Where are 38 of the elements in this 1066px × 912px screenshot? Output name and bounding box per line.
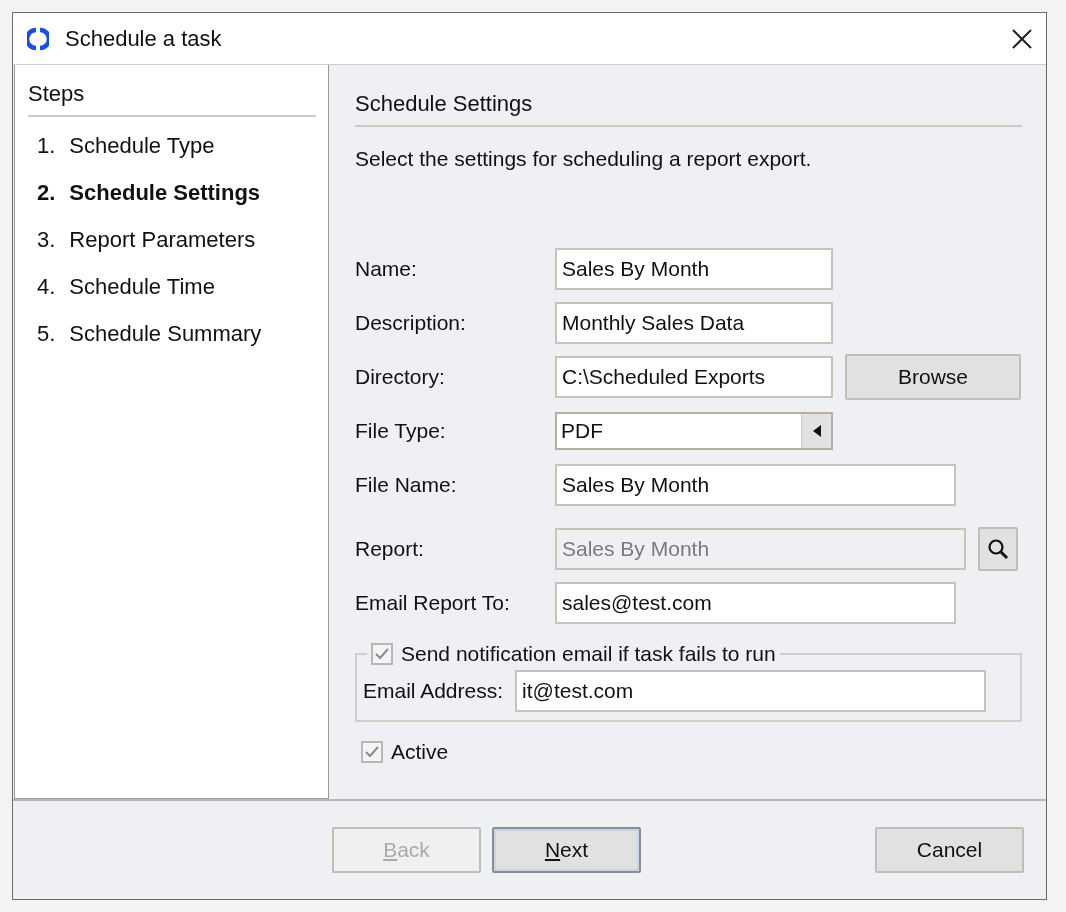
text-field[interactable]: Sales By Month [555,248,833,290]
app-logo-icon [27,26,49,51]
field-label: Report: [355,537,425,561]
dialog-button[interactable]: Next [492,827,641,873]
checkbox[interactable] [361,741,383,763]
field-label: File Name: [355,473,458,497]
step-item: 5. Schedule Summary [37,321,263,347]
section-heading: Schedule Settings [355,91,1022,127]
step-item: 2. Schedule Settings [37,180,262,206]
checkmark-icon [365,746,379,758]
checkmark-icon [375,648,389,660]
checkbox-label: Send notification email if task fails to run [401,642,776,666]
directory-field[interactable]: C:\Scheduled Exports [555,356,833,398]
instruction-text: Select the settings for scheduling a report export. [355,147,813,171]
step-item: 4. Schedule Time [37,274,216,300]
search-button[interactable] [978,527,1018,571]
steps-heading: Steps [28,81,316,117]
text-field[interactable]: sales@test.com [555,582,956,624]
step-item: 1. Schedule Type [37,133,216,159]
field-label: Email Address: [363,679,504,703]
field-label: Directory: [355,365,446,389]
step-item: 3. Report Parameters [37,227,257,253]
caret-icon [812,425,821,437]
checkbox-label: Active [391,740,449,764]
checkbox[interactable] [371,643,393,665]
browse-button[interactable]: Browse [845,354,1021,400]
field-label: File Type: [355,419,447,443]
close-icon[interactable] [1012,28,1032,49]
dialog-button[interactable]: Cancel [875,827,1024,873]
field-label: Name: [355,257,418,281]
email-field[interactable]: it@test.com [515,670,987,712]
window-title: Schedule a task [65,25,223,52]
field-label: Email Report To: [355,591,511,615]
field-label: Description: [355,311,467,335]
search-icon [987,538,1009,560]
text-field[interactable]: Monthly Sales Data [555,302,833,344]
text-field[interactable]: Sales By Month [555,464,956,506]
file-type-dropdown[interactable]: PDF [555,412,833,450]
